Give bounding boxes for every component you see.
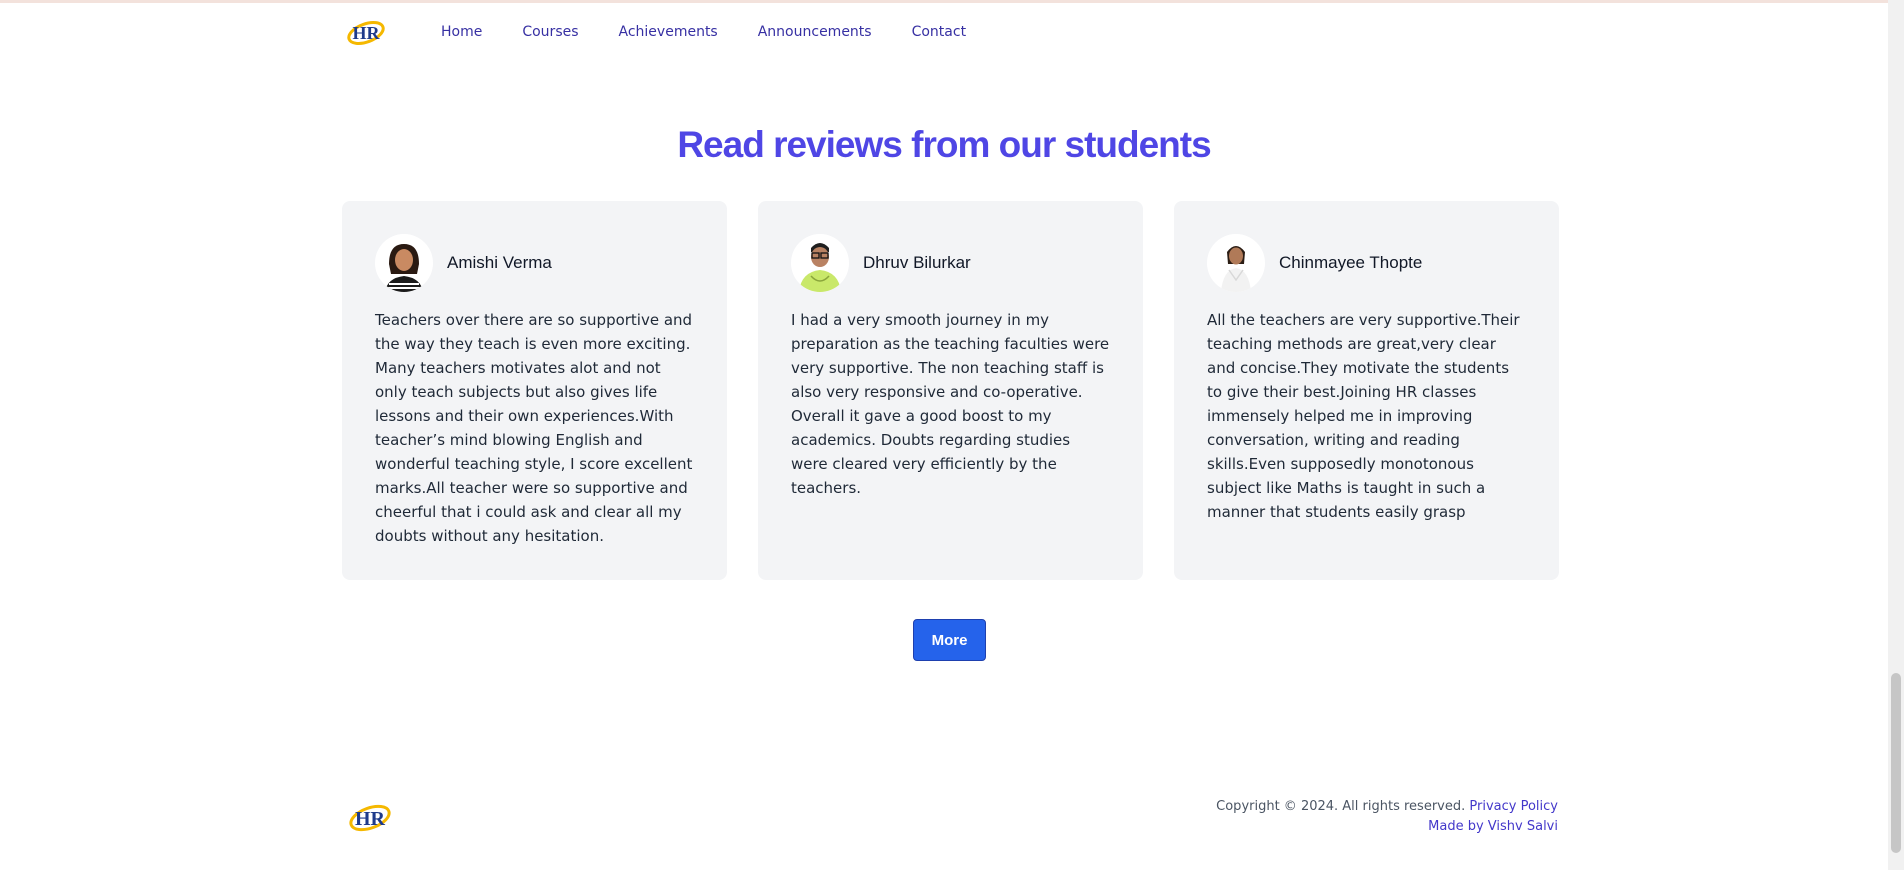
made-by-line: Made by Vishv Salvi bbox=[1216, 817, 1558, 837]
nav-links: Home Courses Achievements Announcements … bbox=[441, 24, 966, 40]
review-text: All the teachers are very supportive.The… bbox=[1207, 311, 1520, 521]
review-card-header: Chinmayee Thopte bbox=[1207, 234, 1526, 292]
reviewer-name: Dhruv Bilurkar bbox=[863, 253, 971, 272]
reviewer-name: Amishi Verma bbox=[447, 253, 552, 272]
avatar bbox=[791, 234, 849, 292]
review-card: Chinmayee Thopte All the teachers are ve… bbox=[1174, 201, 1559, 580]
svg-text:HR: HR bbox=[355, 808, 386, 830]
review-card-header: Dhruv Bilurkar bbox=[791, 234, 1110, 292]
privacy-policy-link[interactable]: Privacy Policy bbox=[1469, 799, 1558, 814]
review-card: Dhruv Bilurkar I had a very smooth journ… bbox=[758, 201, 1143, 580]
nav-announcements[interactable]: Announcements bbox=[758, 24, 872, 40]
reviews-title: Read reviews from our students bbox=[677, 124, 1211, 165]
nav-home[interactable]: Home bbox=[441, 24, 482, 40]
footer-hr-logo[interactable]: HR bbox=[347, 797, 393, 837]
review-card: Amishi Verma Teachers over there are so … bbox=[342, 201, 727, 580]
top-border bbox=[0, 0, 1888, 3]
more-button[interactable]: More bbox=[913, 619, 986, 661]
footer-info: Copyright © 2024. All rights reserved. P… bbox=[1216, 797, 1558, 837]
copyright-text: Copyright © 2024. All rights reserved. bbox=[1216, 799, 1466, 814]
avatar bbox=[1207, 234, 1265, 292]
nav-achievements[interactable]: Achievements bbox=[619, 24, 718, 40]
nav-courses[interactable]: Courses bbox=[522, 24, 578, 40]
made-by-link[interactable]: Made by Vishv Salvi bbox=[1428, 819, 1558, 834]
review-text: I had a very smooth journey in my prepar… bbox=[791, 311, 1110, 497]
review-cards: Amishi Verma Teachers over there are so … bbox=[342, 201, 1559, 580]
nav-contact[interactable]: Contact bbox=[912, 24, 966, 40]
review-text: Teachers over there are so supportive an… bbox=[375, 311, 693, 545]
hr-logo[interactable]: HR bbox=[345, 14, 387, 50]
top-navigation: HR Home Courses Achievements Announcemen… bbox=[345, 14, 966, 50]
review-card-header: Amishi Verma bbox=[375, 234, 694, 292]
svg-text:HR: HR bbox=[353, 23, 381, 43]
avatar bbox=[375, 234, 433, 292]
page-scrollbar[interactable] bbox=[1888, 0, 1904, 870]
scrollbar-thumb[interactable] bbox=[1891, 673, 1901, 853]
copyright-line: Copyright © 2024. All rights reserved. P… bbox=[1216, 797, 1558, 817]
reviewer-name: Chinmayee Thopte bbox=[1279, 253, 1423, 272]
